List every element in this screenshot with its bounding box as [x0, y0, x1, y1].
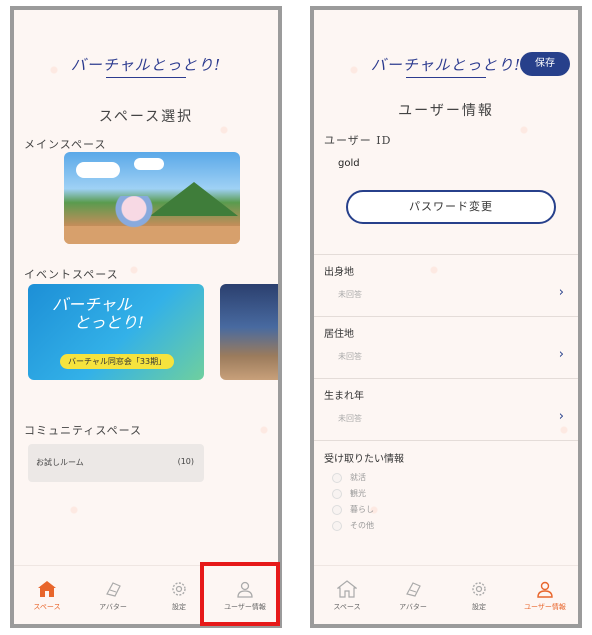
event-space-card-next[interactable] [220, 284, 278, 380]
receive-option-job[interactable]: 就活 [332, 472, 366, 483]
event-title-line1: バーチャル [52, 295, 132, 314]
user-info-screen: バーチャルとっとり! 保存 ユーザー情報 ユーザー ID gold パスワード変… [310, 6, 582, 628]
gear-icon [472, 582, 486, 596]
event-space-label: イベントスペース [24, 268, 119, 281]
event-space-card[interactable]: バーチャル とっとり! バーチャル同窓会「33期」 [28, 284, 204, 380]
avatar-icon [406, 582, 421, 597]
field-value: 未回答 [338, 414, 362, 423]
nav-label-avatar: アバター [399, 603, 427, 611]
nav-item-settings[interactable]: 設定 [446, 566, 512, 624]
mountain-decoration [150, 182, 238, 216]
receive-option-tourism[interactable]: 観光 [332, 488, 366, 499]
main-space-label: メインスペース [24, 138, 107, 151]
space-select-screen: バーチャルとっとり! スペース選択 メインスペース イベントスペース バーチャル… [10, 6, 282, 628]
field-label: 居住地 [324, 329, 354, 340]
field-label: 生まれ年 [324, 391, 364, 402]
chevron-right-icon: › [558, 409, 564, 424]
receive-option-living[interactable]: 暮らし [332, 504, 374, 515]
nav-item-space[interactable]: スペース [14, 566, 80, 624]
nav-label-settings: 設定 [472, 603, 486, 611]
community-space-label: コミュニティスペース [24, 424, 143, 437]
residence-field[interactable]: 居住地 未回答 › [314, 316, 578, 377]
nav-label-space: スペース [33, 603, 61, 611]
app-logo: バーチャルとっとり! [14, 54, 278, 78]
checkbox[interactable] [332, 488, 342, 499]
checkbox[interactable] [332, 472, 342, 483]
receive-info-label: 受け取りたい情報 [324, 454, 404, 465]
user-icon [537, 581, 553, 598]
gear-icon [172, 582, 186, 596]
field-value: 未回答 [338, 352, 362, 361]
field-label: 出身地 [324, 267, 354, 278]
community-room-item[interactable]: お試しルーム (10) [28, 444, 204, 482]
nav-label-avatar: アバター [99, 603, 127, 611]
chevron-right-icon: › [558, 285, 564, 300]
main-space-banner[interactable] [64, 152, 240, 244]
change-password-button[interactable]: パスワード変更 [346, 190, 556, 224]
community-room-name: お試しルーム [36, 458, 84, 467]
user-id-value: gold [338, 158, 360, 169]
cloud-decoration [76, 162, 120, 178]
divider [314, 440, 578, 441]
event-card-title: バーチャル とっとり! [52, 296, 144, 332]
birth-year-field[interactable]: 生まれ年 未回答 › [314, 378, 578, 439]
user-id-label: ユーザー ID [324, 134, 392, 147]
community-room-count: (10) [177, 457, 194, 466]
receive-option-other[interactable]: その他 [332, 520, 374, 531]
nav-item-avatar[interactable]: アバター [80, 566, 146, 624]
save-button[interactable]: 保存 [520, 52, 570, 76]
highlight-annotation [200, 562, 280, 626]
chevron-right-icon: › [558, 347, 564, 362]
nav-item-space[interactable]: スペース [314, 566, 380, 624]
nav-label-space: スペース [333, 603, 361, 611]
nav-label-user-info: ユーザー情報 [524, 603, 566, 611]
nav-item-user-info[interactable]: ユーザー情報 [512, 566, 578, 624]
event-title-line2: とっとり! [74, 313, 144, 332]
hometown-field[interactable]: 出身地 未回答 › [314, 254, 578, 315]
home-icon [38, 581, 56, 597]
bottom-nav: スペース アバター 設定 ユーザー情報 [314, 565, 578, 624]
avatar-icon [106, 582, 121, 597]
event-badge: バーチャル同窓会「33期」 [60, 354, 175, 369]
cloud-decoration [134, 158, 164, 170]
checkbox[interactable] [332, 520, 342, 531]
nav-item-avatar[interactable]: アバター [380, 566, 446, 624]
checkbox[interactable] [332, 504, 342, 515]
page-title: ユーザー情報 [398, 103, 494, 119]
field-value: 未回答 [338, 290, 362, 299]
home-icon [337, 580, 357, 598]
avatar-character [114, 196, 154, 232]
page-title: スペース選択 [98, 109, 194, 125]
